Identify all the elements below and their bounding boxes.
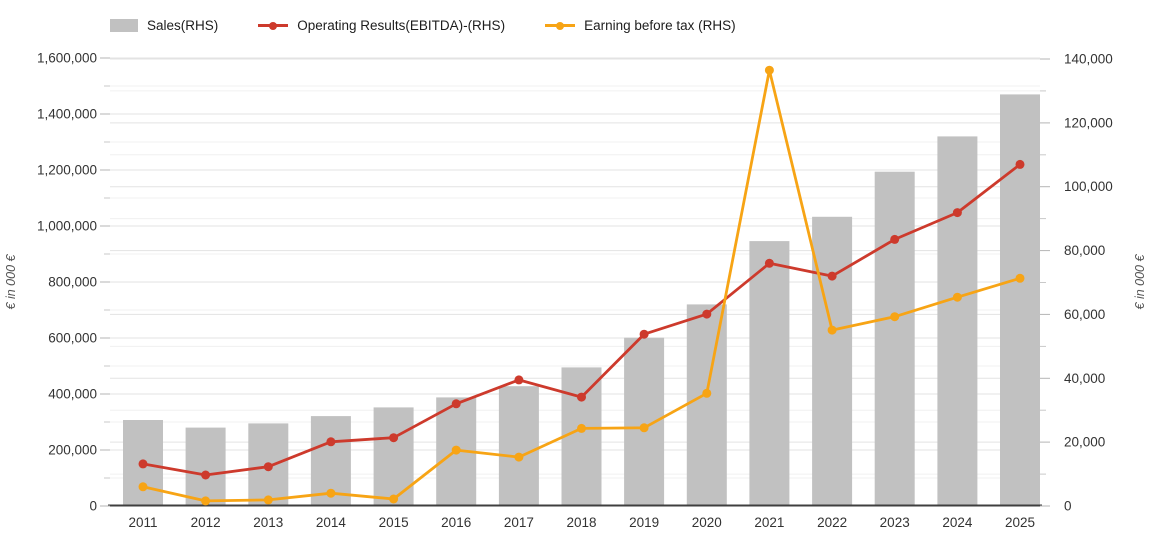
x-axis-tick-label-2011: 2011 <box>128 515 157 530</box>
x-axis-tick-label-2019: 2019 <box>629 515 659 530</box>
bar-2020[interactable] <box>686 304 727 506</box>
right-axis-tick-label: 120,000 <box>1064 115 1113 130</box>
point-ebt-2021[interactable] <box>764 65 774 75</box>
left-axis-tick-label: 200,000 <box>48 443 97 458</box>
chart-canvas: 0 200,000 400,000 600,000 800,000 1,000,000 1,… <box>4 51 1147 531</box>
point-ebt-2024[interactable] <box>952 292 962 302</box>
legend-label-sales: Sales(RHS) <box>147 18 219 33</box>
point-ebt-2011[interactable] <box>138 482 148 492</box>
x-axis-tick-label-2014: 2014 <box>316 515 347 530</box>
left-axis-tick-label: 1,600,000 <box>37 51 97 66</box>
point-ebitda-2014[interactable] <box>326 437 336 447</box>
bar-2023[interactable] <box>874 171 915 506</box>
point-ebitda-2021[interactable] <box>764 258 774 268</box>
dot-icon <box>269 21 278 30</box>
point-ebitda-2017[interactable] <box>514 375 524 385</box>
left-axis-tick-label: 1,200,000 <box>37 163 97 178</box>
x-axis-tick-label-2020: 2020 <box>692 515 722 530</box>
left-axis-tick-label: 800,000 <box>48 275 97 290</box>
x-axis-tick-label-2013: 2013 <box>253 515 283 530</box>
bar-2024[interactable] <box>937 136 978 506</box>
left-axis-tick-label: 400,000 <box>48 387 97 402</box>
legend-label-ebt: Earning before tax (RHS) <box>584 18 736 33</box>
point-ebt-2019[interactable] <box>639 423 649 433</box>
right-axis-tick-label: 140,000 <box>1064 52 1113 67</box>
legend-item-ebt[interactable]: Earning before tax (RHS) <box>545 18 736 33</box>
bar-2015[interactable] <box>373 407 414 506</box>
point-ebitda-2022[interactable] <box>827 271 837 281</box>
point-ebt-2025[interactable] <box>1015 273 1025 283</box>
x-axis-tick-label-2022: 2022 <box>817 515 847 530</box>
right-axis-tick-label: 80,000 <box>1064 243 1105 258</box>
line-dot-icon <box>258 21 289 30</box>
point-ebitda-2012[interactable] <box>201 470 211 480</box>
point-ebitda-2023[interactable] <box>890 234 900 244</box>
point-ebt-2014[interactable] <box>326 488 336 498</box>
left-axis-title: € in 000 € <box>4 254 18 310</box>
bar-2021[interactable] <box>749 241 790 506</box>
point-ebt-2013[interactable] <box>263 495 273 505</box>
right-axis-tick-label: 60,000 <box>1064 307 1105 322</box>
point-ebt-2020[interactable] <box>702 388 712 398</box>
right-axis-tick-label: 100,000 <box>1064 179 1113 194</box>
chart: Sales(RHS) Operating Results(EBITDA)-(RH… <box>0 0 1157 550</box>
point-ebitda-2011[interactable] <box>138 459 148 469</box>
legend: Sales(RHS) Operating Results(EBITDA)-(RH… <box>110 18 736 33</box>
point-ebt-2017[interactable] <box>514 452 524 462</box>
bar-2022[interactable] <box>812 216 853 507</box>
point-ebitda-2016[interactable] <box>451 399 461 409</box>
point-ebitda-2018[interactable] <box>577 392 586 402</box>
x-axis-tick-label-2012: 2012 <box>191 515 221 530</box>
point-ebitda-2013[interactable] <box>263 462 273 472</box>
x-axis-tick-label-2017: 2017 <box>504 515 534 530</box>
bar-swatch-icon <box>110 19 138 32</box>
point-ebt-2012[interactable] <box>201 496 211 506</box>
left-axis-tick-label: 1,000,000 <box>37 219 97 234</box>
left-axis-tick-label: 1,400,000 <box>37 107 97 122</box>
point-ebt-2015[interactable] <box>389 494 399 504</box>
x-axis-tick-label-2016: 2016 <box>441 515 471 530</box>
point-ebitda-2025[interactable] <box>1015 159 1025 169</box>
bar-2018[interactable] <box>561 367 602 506</box>
right-axis-title: € in 000 € <box>1133 254 1147 310</box>
legend-item-sales[interactable]: Sales(RHS) <box>110 18 218 33</box>
line-dot-icon <box>545 21 576 30</box>
legend-item-ebitda[interactable]: Operating Results(EBITDA)-(RHS) <box>258 18 505 33</box>
point-ebitda-2024[interactable] <box>952 208 962 218</box>
x-axis-tick-label-2023: 2023 <box>880 515 910 530</box>
x-axis-tick-label-2025: 2025 <box>1005 515 1035 530</box>
left-axis-tick-label: 0 <box>89 499 97 514</box>
x-axis-tick-label-2018: 2018 <box>566 515 596 530</box>
legend-label-ebitda: Operating Results(EBITDA)-(RHS) <box>297 18 506 33</box>
bar-2025[interactable] <box>1000 94 1040 507</box>
point-ebitda-2015[interactable] <box>389 433 399 443</box>
point-ebt-2023[interactable] <box>890 312 900 322</box>
right-axis-tick-label: 20,000 <box>1064 435 1105 450</box>
point-ebt-2016[interactable] <box>451 445 461 455</box>
x-axis-tick-label-2021: 2021 <box>754 515 784 530</box>
point-ebt-2022[interactable] <box>827 325 837 335</box>
x-axis-tick-label-2024: 2024 <box>942 515 973 530</box>
left-axis-tick-label: 600,000 <box>48 331 97 346</box>
right-axis-tick-label: 0 <box>1064 499 1072 514</box>
point-ebitda-2020[interactable] <box>702 309 712 319</box>
bar-2012[interactable] <box>185 427 226 506</box>
dot-icon <box>556 21 565 30</box>
bar-2017[interactable] <box>498 386 539 506</box>
bar-2019[interactable] <box>624 337 665 506</box>
right-axis-tick-label: 40,000 <box>1064 371 1105 386</box>
point-ebitda-2019[interactable] <box>639 329 649 339</box>
x-axis-tick-label-2015: 2015 <box>379 515 409 530</box>
point-ebt-2018[interactable] <box>577 423 586 433</box>
